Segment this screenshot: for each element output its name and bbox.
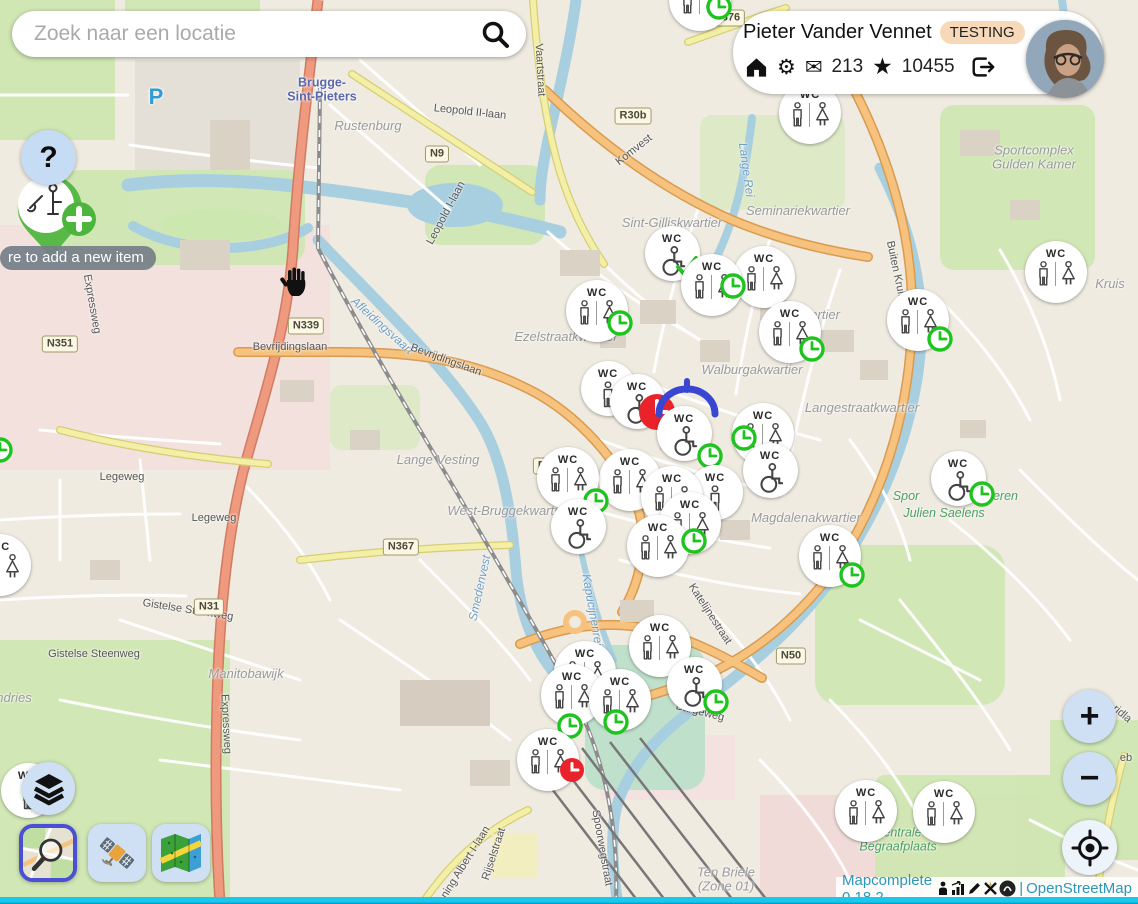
road-shield: N9 [425, 146, 449, 163]
geolocate-button[interactable] [1062, 820, 1117, 875]
mangrove-icon [999, 880, 1016, 897]
map-marker-toilet[interactable]: WC [681, 254, 743, 316]
map-marker-toilet[interactable]: WC [517, 729, 579, 791]
map-marker-toilet[interactable]: WC [799, 525, 861, 587]
bottom-accent-bar [0, 897, 1138, 904]
map-marker-toilet[interactable]: WC [733, 246, 795, 308]
basemap-style-satellite-button[interactable] [88, 824, 146, 882]
location-search-bar [12, 11, 526, 57]
map-marker-toilet[interactable]: WC [566, 280, 628, 342]
map-marker-toilet[interactable]: WC [657, 406, 712, 461]
messages-count: 213 [831, 56, 863, 78]
statistics-icon [951, 881, 966, 896]
map-marker-toilet[interactable]: WC [1025, 241, 1087, 303]
map-marker-toilet[interactable]: WC [931, 451, 986, 506]
hand-cursor-icon [279, 266, 313, 307]
gear-icon[interactable]: ⚙ [777, 57, 796, 78]
changesets-count: 10455 [902, 56, 955, 78]
logout-icon[interactable] [970, 55, 996, 79]
add-item-tooltip: re to add a new item [0, 246, 156, 270]
road-shield: N50 [776, 648, 806, 665]
messages-icon[interactable]: ✉ [805, 57, 823, 78]
road-shield: N367 [383, 539, 419, 556]
help-button[interactable]: ? [21, 130, 76, 185]
user-stats-icon [937, 881, 950, 896]
search-icon[interactable] [479, 18, 512, 51]
road-shield: R30b [615, 108, 652, 125]
map-marker-toilet[interactable]: WC [743, 443, 798, 498]
map-marker-toilet[interactable]: WC [551, 499, 606, 554]
testing-badge: TESTING [940, 21, 1025, 44]
attribution-separator: | [1019, 880, 1023, 897]
map-marker-toilet[interactable]: WC [887, 289, 949, 351]
map-marker-toilet[interactable]: WC [537, 447, 599, 509]
josm-icon [983, 881, 998, 896]
map-marker-toilet[interactable]: WC [759, 301, 821, 363]
map-marker-toilet[interactable]: WC [835, 780, 897, 842]
road-shield: N351 [42, 336, 78, 353]
zoom-in-button[interactable]: + [1063, 690, 1116, 743]
map-marker-toilet[interactable]: WC [913, 781, 975, 843]
pencil-icon [967, 881, 982, 896]
zoom-out-button[interactable]: − [1063, 752, 1116, 805]
map-marker-toilet[interactable]: WC [627, 515, 689, 577]
map-marker-toilet[interactable]: WC [589, 669, 651, 731]
user-name[interactable]: Pieter Vander Vennet [743, 21, 932, 44]
road-shield: N339 [288, 318, 324, 335]
basemap-style-osm-button[interactable] [19, 824, 77, 882]
mapcomplete-app: Brugge- Sint-PietersPRustenburgVaartstra… [0, 0, 1138, 904]
star-icon[interactable]: ★ [872, 56, 893, 79]
search-input[interactable] [32, 21, 479, 47]
user-avatar[interactable] [1026, 20, 1104, 98]
road-shield: N31 [194, 599, 224, 616]
map-marker-toilet[interactable]: WC [667, 657, 722, 712]
openstreetmap-link[interactable]: OpenStreetMap [1026, 880, 1132, 897]
attribution-icons[interactable] [937, 880, 1016, 897]
home-icon[interactable] [745, 56, 768, 78]
map-marker-toilet[interactable]: WC [610, 374, 665, 429]
layers-button[interactable] [22, 762, 75, 815]
basemap-style-map-button[interactable] [152, 824, 210, 882]
